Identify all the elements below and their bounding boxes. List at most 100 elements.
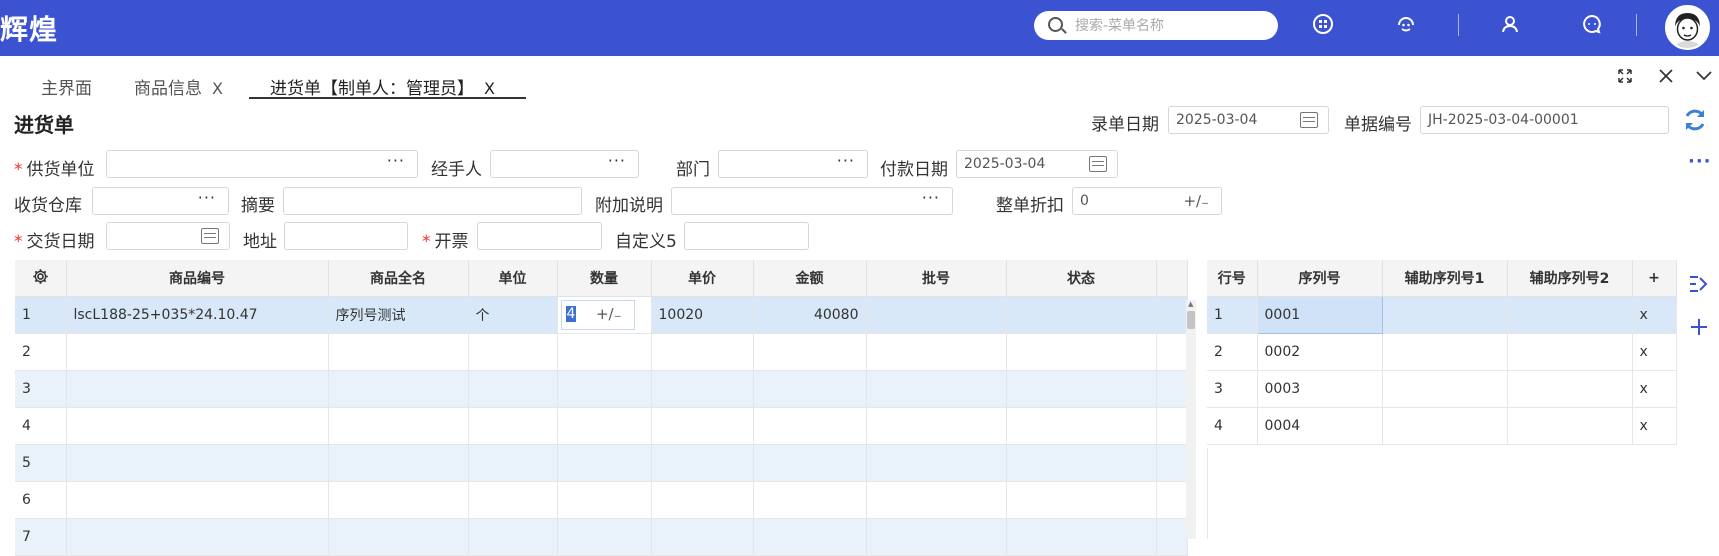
- cell[interactable]: [557, 407, 652, 445]
- serial-row[interactable]: 1 0001 x: [1207, 296, 1677, 334]
- cell[interactable]: [66, 333, 329, 371]
- collapse-panel-icon[interactable]: [1689, 275, 1709, 293]
- cell[interactable]: [651, 370, 754, 408]
- cell-aux1[interactable]: [1382, 333, 1508, 371]
- cell[interactable]: [468, 407, 558, 445]
- cell-price[interactable]: 10020: [651, 296, 754, 334]
- col-header[interactable]: 数量: [557, 260, 652, 297]
- cell[interactable]: [753, 370, 867, 408]
- col-header[interactable]: 辅助序列号1: [1382, 260, 1508, 297]
- pay-date-field[interactable]: 2025-03-04: [956, 150, 1118, 178]
- cell[interactable]: [651, 518, 754, 556]
- col-header[interactable]: 状态: [1006, 260, 1157, 297]
- message-icon[interactable]: [1582, 14, 1602, 34]
- table-row[interactable]: 1 lscL188-25+035*24.10.47 序列号测试 个 4 +∕₋ …: [15, 296, 1188, 334]
- more-icon[interactable]: ···: [922, 188, 940, 211]
- cell-aux2[interactable]: [1507, 407, 1633, 445]
- serial-row[interactable]: 3 0003 x: [1207, 370, 1677, 408]
- more-icon[interactable]: ···: [608, 151, 626, 174]
- cell[interactable]: [753, 333, 867, 371]
- col-header[interactable]: 单位: [468, 260, 558, 297]
- col-header[interactable]: 行号: [1207, 260, 1258, 297]
- cell-serial[interactable]: 0003: [1257, 370, 1383, 408]
- dept-field[interactable]: ···: [718, 150, 868, 178]
- delete-row-button[interactable]: x: [1632, 407, 1677, 445]
- more-options-icon[interactable]: ···: [1688, 151, 1712, 172]
- cell[interactable]: [866, 481, 1007, 519]
- cell-serial[interactable]: 0002: [1257, 333, 1383, 371]
- cell[interactable]: [753, 481, 867, 519]
- cell-code[interactable]: lscL188-25+035*24.10.47: [66, 296, 329, 334]
- cell-aux2[interactable]: [1507, 333, 1633, 371]
- delete-row-button[interactable]: x: [1632, 370, 1677, 408]
- cell[interactable]: [66, 481, 329, 519]
- add-serial-button[interactable]: +: [1632, 260, 1677, 297]
- discount-field[interactable]: 0 +∕₋: [1072, 187, 1222, 215]
- cell[interactable]: [66, 518, 329, 556]
- cell[interactable]: [651, 407, 754, 445]
- cell[interactable]: [753, 518, 867, 556]
- cell[interactable]: [866, 444, 1007, 482]
- cell[interactable]: [557, 333, 652, 371]
- cell-qty[interactable]: 4 +∕₋: [557, 296, 652, 334]
- cell[interactable]: [866, 518, 1007, 556]
- cell[interactable]: [866, 370, 1007, 408]
- user-avatar[interactable]: [1665, 5, 1710, 50]
- cell[interactable]: [651, 444, 754, 482]
- cell[interactable]: [651, 481, 754, 519]
- close-icon[interactable]: X: [212, 79, 223, 98]
- gear-icon[interactable]: [32, 268, 49, 285]
- calendar-icon[interactable]: [201, 228, 219, 244]
- col-header[interactable]: 辅助序列号2: [1507, 260, 1633, 297]
- note-field[interactable]: ···: [671, 187, 953, 215]
- close-icon[interactable]: X: [484, 79, 495, 98]
- calendar-icon[interactable]: [1089, 156, 1107, 172]
- tab-product-info[interactable]: 商品信息 X: [134, 74, 223, 99]
- cell[interactable]: [468, 333, 558, 371]
- cell[interactable]: [1006, 481, 1157, 519]
- cell-serial[interactable]: 0001: [1256, 296, 1383, 334]
- grid-settings[interactable]: [15, 260, 67, 297]
- cell[interactable]: [557, 444, 652, 482]
- cell[interactable]: [557, 518, 652, 556]
- cell[interactable]: [1006, 370, 1157, 408]
- cell[interactable]: [66, 407, 329, 445]
- cell-aux1[interactable]: [1382, 296, 1508, 334]
- more-icon[interactable]: ···: [387, 151, 405, 174]
- delivery-date-field[interactable]: [106, 222, 230, 250]
- cell[interactable]: [328, 481, 469, 519]
- cell[interactable]: [468, 444, 558, 482]
- more-icon[interactable]: ···: [198, 188, 216, 211]
- cell-aux2[interactable]: [1507, 370, 1633, 408]
- cell-aux1[interactable]: [1382, 370, 1508, 408]
- table-row[interactable]: 7: [15, 518, 1188, 556]
- table-row[interactable]: 2: [15, 333, 1188, 371]
- tab-purchase-order[interactable]: 进货单【制单人：管理员】 X: [270, 74, 495, 99]
- cell[interactable]: [1006, 518, 1157, 556]
- cell[interactable]: [328, 333, 469, 371]
- assistant-icon[interactable]: [1396, 14, 1416, 34]
- cell[interactable]: [651, 333, 754, 371]
- entry-date-field[interactable]: 2025-03-04: [1168, 106, 1329, 134]
- calendar-icon[interactable]: [1300, 112, 1318, 128]
- plus-minus-icon[interactable]: +∕₋: [1183, 188, 1209, 214]
- col-header[interactable]: 商品编号: [66, 260, 329, 297]
- cell[interactable]: [328, 444, 469, 482]
- serial-row[interactable]: 2 0002 x: [1207, 333, 1677, 371]
- cell-amount[interactable]: 40080: [753, 296, 867, 334]
- tab-home[interactable]: 主界面: [41, 74, 92, 99]
- col-header[interactable]: 金额: [753, 260, 867, 297]
- warehouse-field[interactable]: ···: [92, 187, 229, 215]
- cell[interactable]: [866, 407, 1007, 445]
- col-header[interactable]: 商品全名: [328, 260, 469, 297]
- delete-row-button[interactable]: x: [1632, 296, 1677, 334]
- table-row[interactable]: 4: [15, 407, 1188, 445]
- table-row[interactable]: 5: [15, 444, 1188, 482]
- summary-field[interactable]: [283, 187, 582, 215]
- chevron-down-icon[interactable]: [1696, 70, 1712, 82]
- cell-unit[interactable]: 个: [468, 296, 558, 334]
- cell[interactable]: [66, 444, 329, 482]
- search-input[interactable]: [1073, 15, 1267, 37]
- user-settings-icon[interactable]: [1500, 14, 1520, 34]
- cell[interactable]: [1006, 444, 1157, 482]
